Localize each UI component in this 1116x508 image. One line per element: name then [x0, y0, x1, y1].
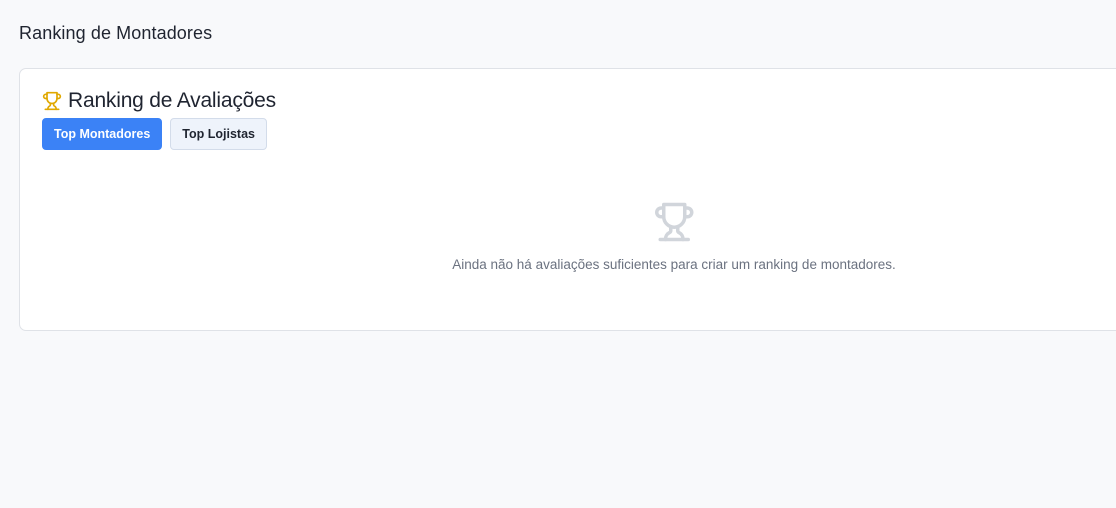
page-title: Ranking de Montadores — [19, 23, 213, 43]
card-title: Ranking de Avaliações — [68, 89, 276, 112]
ranking-tabs: Top Montadores Top Lojistas — [42, 118, 267, 150]
card-header: Ranking de Avaliações — [42, 89, 276, 113]
ranking-card: Ranking de Avaliações Top Montadores Top… — [19, 68, 1116, 331]
tab-top-lojistas[interactable]: Top Lojistas — [170, 118, 267, 150]
trophy-icon — [42, 91, 62, 111]
empty-state-message: Ainda não há avaliações suficientes para… — [452, 257, 896, 272]
trophy-icon — [653, 201, 695, 243]
page: Ranking de Montadores Ranking de Avaliaç… — [0, 0, 1116, 508]
empty-state: Ainda não há avaliações suficientes para… — [452, 201, 896, 272]
tab-top-montadores[interactable]: Top Montadores — [42, 118, 163, 150]
